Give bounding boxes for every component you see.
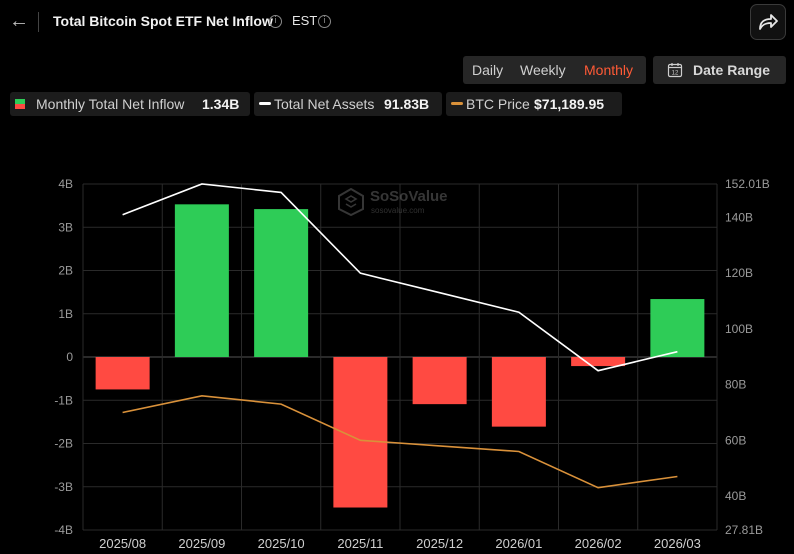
y-right-tick-label: 40B: [725, 489, 746, 503]
y-left-tick-label: 2B: [58, 264, 73, 278]
y-right-tick-label: 140B: [725, 210, 753, 224]
y-right-tick-label: 152.01B: [725, 177, 770, 191]
inflow-bar: [571, 357, 626, 367]
y-left-tick-label: 4B: [58, 177, 73, 191]
y-left-tick-label: -2B: [54, 437, 73, 451]
x-tick-label: 2025/08: [99, 536, 146, 551]
inflow-bar: [412, 357, 467, 405]
x-tick-label: 2025/12: [416, 536, 463, 551]
inflow-bar: [491, 357, 546, 427]
x-tick-label: 2025/10: [258, 536, 305, 551]
y-left-tick-label: -1B: [54, 393, 73, 407]
y-right-tick-label: 80B: [725, 378, 746, 392]
y-left-tick-label: -3B: [54, 480, 73, 494]
inflow-bar: [95, 357, 150, 390]
y-left-tick-label: 0: [66, 350, 73, 364]
axis-ticks: -4B -3B -2B -1B 0 1B 2B 3B 4B 27.81B 40B 60B 80B 100B…: [54, 177, 769, 551]
inflow-bar: [254, 209, 309, 357]
y-right-tick-label: 120B: [725, 266, 753, 280]
y-right-tick-label: 27.81B: [725, 523, 763, 537]
watermark-sub: sosovalue.com: [371, 206, 425, 215]
watermark-brand: SoSoValue: [370, 188, 448, 205]
x-tick-label: 2026/03: [654, 536, 701, 551]
inflow-bar: [174, 204, 229, 357]
y-left-tick-label: 3B: [58, 220, 73, 234]
inflow-bar: [650, 299, 705, 357]
inflow-chart[interactable]: -4B -3B -2B -1B 0 1B 2B 3B 4B 27.81B 40B 60B 80B 100B…: [0, 0, 794, 554]
x-tick-label: 2025/09: [178, 536, 225, 551]
y-right-tick-label: 100B: [725, 322, 753, 336]
x-tick-label: 2026/02: [575, 536, 622, 551]
y-left-tick-label: -4B: [54, 523, 73, 537]
x-tick-label: 2025/11: [337, 536, 383, 551]
x-tick-label: 2026/01: [495, 536, 542, 551]
y-right-tick-label: 60B: [725, 433, 746, 447]
y-left-tick-label: 1B: [58, 307, 73, 321]
sosovalue-logo-icon: [338, 188, 364, 216]
